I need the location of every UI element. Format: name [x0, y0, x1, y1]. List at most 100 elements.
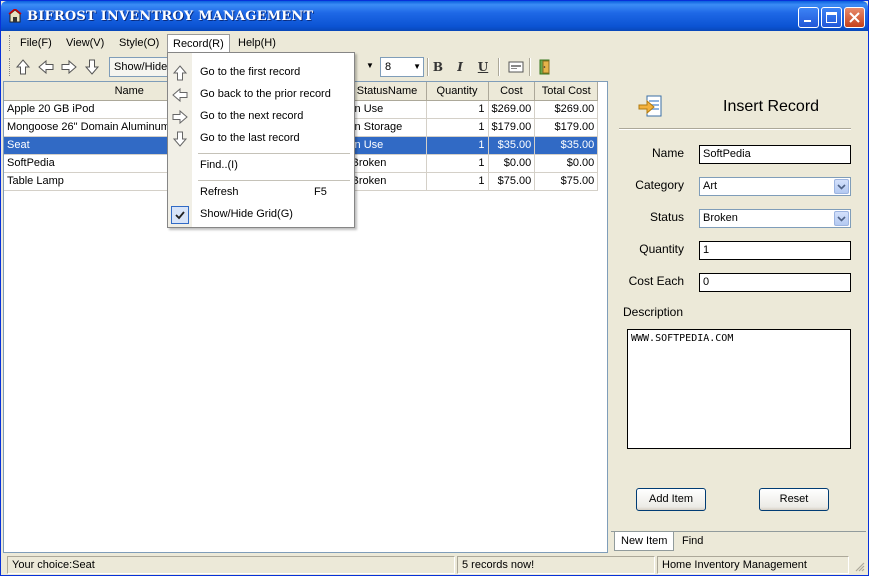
title-bar[interactable]: BIFROST INVENTROY MANAGEMENT	[1, 1, 868, 31]
status-record-count: 5 records now!	[457, 556, 655, 574]
menu-style[interactable]: Style(O)	[114, 34, 164, 52]
maximize-icon	[826, 12, 837, 23]
menu-item-find[interactable]: Find..(I)	[168, 155, 354, 177]
app-icon	[8, 9, 22, 23]
arrow-up-icon	[172, 65, 188, 81]
column-header-total-cost[interactable]: Total Cost	[534, 82, 599, 101]
arrow-down-icon[interactable]	[84, 59, 100, 75]
menu-grip[interactable]	[9, 35, 12, 51]
italic-button[interactable]: I	[452, 59, 468, 75]
column-header-quantity[interactable]: Quantity	[426, 82, 489, 101]
cell-total[interactable]: $75.00	[534, 172, 599, 191]
cell-total[interactable]: $179.00	[534, 118, 599, 137]
font-size-value: 8	[385, 61, 392, 73]
panel-title: Insert Record	[723, 98, 820, 115]
chevron-down-icon[interactable]	[834, 211, 849, 226]
quantity-field[interactable]: 1	[699, 241, 851, 260]
menu-item-label: Go to the last record	[200, 132, 300, 144]
menu-bar: File(F) View(V) Style(O) Record(R) Help(…	[3, 32, 866, 54]
exit-door-icon[interactable]	[537, 59, 553, 75]
arrow-left-icon[interactable]	[38, 59, 54, 75]
reset-button[interactable]: Reset	[759, 488, 829, 511]
cell-cost[interactable]: $35.00	[488, 136, 536, 155]
chevron-down-icon[interactable]	[834, 179, 849, 194]
chevron-down-icon: ▼	[413, 62, 421, 71]
toolbar-separator	[498, 58, 500, 76]
menu-item-first-record[interactable]: Go to the first record	[168, 62, 354, 84]
minimize-button[interactable]	[798, 7, 819, 28]
status-choice: Your choice:Seat	[7, 556, 455, 574]
add-item-button[interactable]: Add Item	[636, 488, 706, 511]
arrow-up-icon[interactable]	[15, 59, 31, 75]
menu-item-prior-record[interactable]: Go back to the prior record	[168, 84, 354, 106]
menu-item-label: Refresh	[200, 186, 239, 198]
toolbar-separator	[427, 58, 429, 76]
form-icon[interactable]	[508, 59, 524, 75]
cell-quantity[interactable]: 1	[426, 100, 489, 119]
category-label: Category	[635, 178, 684, 192]
minimize-icon	[804, 20, 811, 22]
cell-status[interactable]: In Use	[348, 136, 427, 155]
category-value: Art	[703, 180, 718, 192]
menu-help[interactable]: Help(H)	[233, 34, 281, 52]
arrow-left-icon	[172, 87, 188, 103]
cell-total[interactable]: $35.00	[534, 136, 599, 155]
cost-each-field[interactable]: 0	[699, 273, 851, 292]
menu-item-label: Show/Hide Grid(G)	[200, 208, 293, 220]
maximize-button[interactable]	[821, 7, 842, 28]
font-size-combo[interactable]: 8 ▼	[380, 57, 424, 77]
bold-button[interactable]: B	[430, 59, 446, 75]
cell-cost[interactable]: $269.00	[488, 100, 536, 119]
menu-item-shortcut: F5	[314, 186, 327, 198]
menu-item-label: Find..(I)	[200, 159, 238, 171]
cell-status[interactable]: Broken	[348, 154, 427, 173]
toolbar-grip[interactable]	[9, 58, 12, 76]
cell-quantity[interactable]: 1	[426, 136, 489, 155]
menu-item-label: Go to the first record	[200, 66, 301, 78]
underline-button[interactable]: U	[475, 59, 491, 75]
name-field[interactable]: SoftPedia	[699, 145, 851, 164]
panel-divider	[619, 128, 851, 130]
arrow-down-icon	[172, 131, 188, 147]
status-bar: Your choice:Seat 5 records now! Home Inv…	[3, 554, 866, 575]
close-button[interactable]	[844, 7, 865, 28]
menu-view[interactable]: View(V)	[61, 34, 109, 52]
app-window: BIFROST INVENTROY MANAGEMENT File(F) Vie…	[0, 0, 869, 576]
column-header-status[interactable]: StatusName	[348, 82, 427, 101]
cell-total[interactable]: $0.00	[534, 154, 599, 173]
cell-cost[interactable]: $179.00	[488, 118, 536, 137]
column-header-cost[interactable]: Cost	[488, 82, 536, 101]
quantity-label: Quantity	[639, 242, 684, 256]
cell-cost[interactable]: $0.00	[488, 154, 536, 173]
cell-cost[interactable]: $75.00	[488, 172, 536, 191]
cell-status[interactable]: In Use	[348, 100, 427, 119]
status-app-name: Home Inventory Management	[657, 556, 849, 574]
tab-find[interactable]: Find	[676, 532, 709, 551]
status-label: Status	[649, 210, 684, 224]
menu-record[interactable]: Record(R)	[167, 34, 230, 52]
cell-status[interactable]: Broken	[348, 172, 427, 191]
menu-file[interactable]: File(F)	[15, 34, 57, 52]
cell-quantity[interactable]: 1	[426, 172, 489, 191]
resize-grip-icon[interactable]	[853, 560, 865, 572]
insert-record-icon	[638, 95, 662, 117]
cell-total[interactable]: $269.00	[534, 100, 599, 119]
font-combo-dropdown[interactable]: ▼	[363, 57, 377, 77]
menu-item-showhide-grid[interactable]: Show/Hide Grid(G)	[168, 204, 354, 226]
category-select[interactable]: Art	[699, 177, 851, 196]
cell-quantity[interactable]: 1	[426, 118, 489, 137]
status-select[interactable]: Broken	[699, 209, 851, 228]
description-textarea[interactable]: WWW.SOFTPEDIA.COM	[627, 329, 851, 449]
menu-item-next-record[interactable]: Go to the next record	[168, 106, 354, 128]
cell-quantity[interactable]: 1	[426, 154, 489, 173]
arrow-right-icon[interactable]	[61, 59, 77, 75]
cell-status[interactable]: In Storage	[348, 118, 427, 137]
menu-item-refresh[interactable]: Refresh F5	[168, 182, 354, 204]
status-value: Broken	[703, 212, 738, 224]
close-icon	[849, 12, 860, 23]
showhide-button[interactable]: Show/Hide	[109, 57, 169, 77]
tab-new-item[interactable]: New Item	[614, 532, 675, 551]
menu-item-label: Go to the next record	[200, 110, 304, 122]
menu-separator	[198, 153, 350, 154]
menu-item-last-record[interactable]: Go to the last record	[168, 128, 354, 150]
